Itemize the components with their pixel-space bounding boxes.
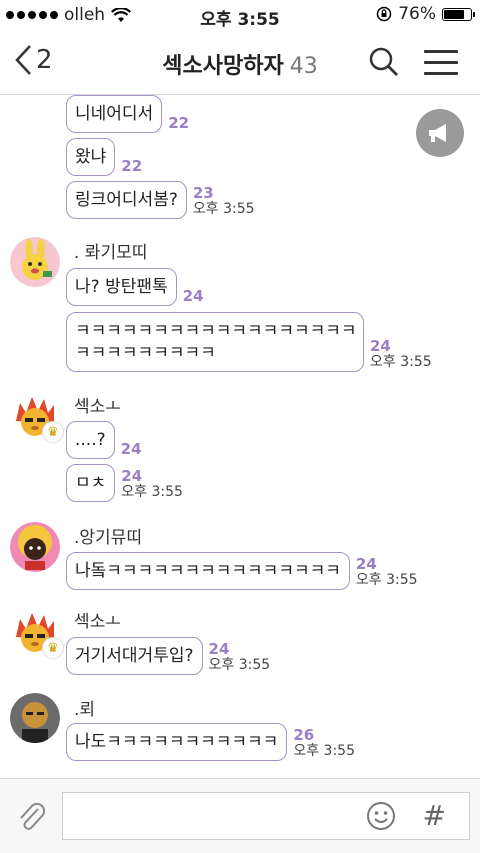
message-time: 오후 3:55 bbox=[208, 657, 271, 673]
message-meta: 24 오후 3:55 bbox=[370, 338, 432, 372]
message-input-bar: # bbox=[0, 778, 480, 853]
message-time: 오후 3:55 bbox=[121, 484, 183, 500]
sender-name: .뢰 bbox=[74, 700, 96, 720]
battery-icon bbox=[442, 7, 475, 21]
rotation-lock-icon bbox=[376, 6, 392, 22]
search-button[interactable] bbox=[368, 46, 400, 82]
avatar[interactable] bbox=[10, 522, 60, 572]
unread-count: 24 bbox=[182, 287, 204, 305]
message-row: ㅁㅊ 24 오후 3:55 bbox=[66, 464, 183, 502]
message-bubble[interactable]: 나? 방탄팬톡 bbox=[66, 268, 177, 306]
sender-name: 섹소ㅗ bbox=[74, 397, 121, 417]
message-time: 오후 3:55 bbox=[192, 201, 255, 217]
message-time: 오후 3:55 bbox=[293, 743, 355, 759]
message-meta: 24 오후 3:55 bbox=[121, 468, 183, 502]
message-bubble[interactable]: ㅁㅊ bbox=[66, 464, 116, 502]
message-meta: 22 bbox=[168, 115, 189, 133]
emoji-button[interactable] bbox=[366, 801, 396, 835]
unread-count: 24 bbox=[208, 640, 230, 658]
sender-name: 섹소ㅗ bbox=[74, 612, 121, 632]
status-right: 76% bbox=[376, 4, 475, 24]
message-meta: 22 bbox=[121, 158, 142, 176]
search-icon bbox=[369, 47, 398, 76]
unread-count: 24 bbox=[121, 467, 143, 485]
crown-icon: ♛ bbox=[42, 421, 64, 443]
avatar[interactable] bbox=[10, 693, 60, 743]
message-bubble[interactable]: 니네어디서 bbox=[66, 95, 163, 133]
unread-count: 24 bbox=[355, 555, 377, 573]
chat-title: 섹소사망하자 43 bbox=[0, 48, 480, 80]
sender-name: .앙기뮤띠 bbox=[74, 528, 142, 548]
unread-count: 24 bbox=[370, 337, 391, 355]
message-row: 나도ㅋㅋㅋㅋㅋㅋㅋㅋㅋㅋㅋ 26 오후 3:55 bbox=[66, 723, 355, 761]
message-meta: 23 오후 3:55 bbox=[193, 185, 255, 219]
avatar[interactable]: ♛ bbox=[10, 607, 64, 659]
message-time: 오후 3:55 bbox=[355, 572, 418, 588]
message-meta: 24 bbox=[121, 441, 142, 459]
avatar[interactable]: ♛ bbox=[10, 391, 64, 443]
message-bubble[interactable]: 나도ㅋㅋㅋㅋㅋㅋㅋㅋㅋㅋㅋ bbox=[66, 723, 288, 761]
megaphone-icon bbox=[429, 124, 446, 142]
character-avatar-icon bbox=[10, 693, 60, 743]
message-meta: 24 bbox=[183, 288, 204, 306]
message-row: ....? 24 bbox=[66, 421, 142, 459]
status-bar: olleh 오후 3:55 76% bbox=[0, 0, 480, 30]
unread-count: 22 bbox=[168, 114, 190, 132]
rabbit-avatar-icon bbox=[10, 237, 60, 287]
message-time: 오후 3:55 bbox=[370, 354, 432, 370]
message-row: 링크어디서봄? 23 오후 3:55 bbox=[66, 181, 255, 219]
message-bubble[interactable]: ㅋㅋㅋㅋㅋㅋㅋㅋㅋㅋㅋㅋㅋㅋㅋㅋㅋㅋㅋㅋ ㅋㅋㅋㅋㅋㅋㅋㅋㅋ bbox=[66, 312, 364, 372]
chat-log[interactable]: 니네어디서 22 왔냐 22 링크어디서봄? 23 오후 3:55 . 롸기모띠… bbox=[0, 95, 480, 778]
room-name: 섹소사망하자 bbox=[162, 54, 284, 79]
message-meta: 24 오후 3:55 bbox=[356, 556, 418, 590]
message-input[interactable] bbox=[62, 792, 470, 840]
message-line: ㅋㅋㅋㅋㅋㅋㅋㅋㅋ bbox=[75, 343, 216, 363]
notice-button[interactable] bbox=[416, 109, 464, 157]
message-bubble[interactable]: 나돜ㅋㅋㅋㅋㅋㅋㅋㅋㅋㅋㅋㅋㅋㅋㅋ bbox=[66, 552, 350, 590]
message-row: 니네어디서 22 bbox=[66, 95, 189, 133]
sender-name: . 롸기모띠 bbox=[74, 243, 148, 263]
unread-count: 22 bbox=[121, 157, 143, 175]
message-bubble[interactable]: 거기서대거투입? bbox=[66, 637, 203, 675]
avatar[interactable] bbox=[10, 237, 60, 287]
message-row: ㅋㅋㅋㅋㅋㅋㅋㅋㅋㅋㅋㅋㅋㅋㅋㅋㅋㅋㅋㅋ ㅋㅋㅋㅋㅋㅋㅋㅋㅋ 24 오후 3:5… bbox=[66, 312, 432, 372]
afro-avatar-icon bbox=[10, 522, 60, 572]
unread-count: 23 bbox=[192, 184, 214, 202]
message-row: 나돜ㅋㅋㅋㅋㅋㅋㅋㅋㅋㅋㅋㅋㅋㅋㅋ 24 오후 3:55 bbox=[66, 552, 418, 590]
hamburger-menu-icon[interactable] bbox=[424, 50, 458, 83]
message-bubble[interactable]: ....? bbox=[66, 421, 115, 459]
member-count: 43 bbox=[289, 54, 318, 79]
chat-header: 2 섹소사망하자 43 bbox=[0, 30, 480, 95]
message-row: 나? 방탄팬톡 24 bbox=[66, 268, 204, 306]
battery-percent: 76% bbox=[398, 4, 436, 24]
message-meta: 24 오후 3:55 bbox=[209, 641, 271, 675]
message-row: 거기서대거투입? 24 오후 3:55 bbox=[66, 637, 270, 675]
message-bubble[interactable]: 링크어디서봄? bbox=[66, 181, 187, 219]
crown-icon: ♛ bbox=[42, 637, 64, 659]
message-row: 왔냐 22 bbox=[66, 138, 142, 176]
message-bubble[interactable]: 왔냐 bbox=[66, 138, 116, 176]
unread-count: 26 bbox=[293, 726, 315, 744]
hash-icon[interactable]: # bbox=[423, 799, 446, 832]
smiley-icon bbox=[367, 802, 395, 830]
unread-count: 24 bbox=[120, 440, 142, 458]
paperclip-icon bbox=[20, 802, 46, 830]
message-line: ㅋㅋㅋㅋㅋㅋㅋㅋㅋㅋㅋㅋㅋㅋㅋㅋㅋㅋㅋㅋ bbox=[75, 321, 355, 341]
message-meta: 26 오후 3:55 bbox=[293, 727, 355, 761]
attach-button[interactable] bbox=[16, 801, 46, 837]
